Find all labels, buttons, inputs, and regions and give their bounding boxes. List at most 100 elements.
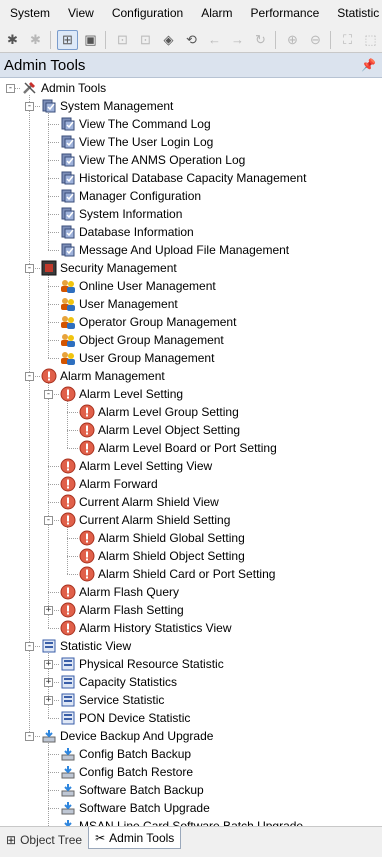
lock-small-icon[interactable]: ⊡ (135, 30, 156, 50)
tree-item[interactable]: - Alarm Management (0, 367, 382, 385)
collapse-toggle[interactable]: - (25, 264, 34, 273)
zoom-out-icon[interactable]: ⊖ (305, 30, 326, 50)
alarm-icon (79, 422, 95, 438)
tree-item[interactable]: Config Batch Backup (0, 745, 382, 763)
tree-item[interactable]: Alarm Level Object Setting (0, 421, 382, 439)
tree-item[interactable]: Alarm Forward (0, 475, 382, 493)
gear-alarm-icon[interactable]: ✱ (2, 30, 23, 50)
menu-alarm[interactable]: Alarm (191, 0, 240, 27)
tree-item[interactable]: View The ANMS Operation Log (0, 151, 382, 169)
security-icon (41, 260, 57, 276)
backup-icon (60, 800, 76, 816)
tree-item[interactable]: - Alarm Level Setting (0, 385, 382, 403)
system-management-icon (60, 152, 76, 168)
tree-item[interactable]: Object Group Management (0, 331, 382, 349)
tree-item-label: Alarm Level Setting (79, 387, 184, 401)
collapse-toggle[interactable]: - (25, 732, 34, 741)
alarm-icon (60, 584, 76, 600)
tree-item[interactable]: Current Alarm Shield View (0, 493, 382, 511)
tree-connector (48, 340, 59, 341)
expand-toggle[interactable]: + (44, 696, 53, 705)
tree-connector (48, 502, 59, 503)
lock-icon[interactable]: ⊡ (112, 30, 133, 50)
tree-item[interactable]: + Physical Resource Statistic (0, 655, 382, 673)
collapse-toggle[interactable]: - (44, 390, 53, 399)
users-icon (60, 350, 76, 366)
zoom-in-icon[interactable]: ⊕ (282, 30, 303, 50)
tree-item[interactable]: Manager Configuration (0, 187, 382, 205)
tree-item[interactable]: + Service Statistic (0, 691, 382, 709)
tree-item[interactable]: Software Batch Upgrade (0, 799, 382, 817)
collapse-toggle[interactable]: - (25, 372, 34, 381)
tree-item[interactable]: Software Batch Backup (0, 781, 382, 799)
tree-item[interactable]: Message And Upload File Management (0, 241, 382, 259)
forward-arrow-icon[interactable]: → (227, 30, 248, 50)
expand-toggle[interactable]: + (44, 606, 53, 615)
tree-item[interactable]: View The User Login Log (0, 133, 382, 151)
collapse-toggle[interactable]: - (25, 102, 34, 111)
tree-connector (48, 142, 59, 143)
tree-item[interactable]: PON Device Statistic (0, 709, 382, 727)
tree-item[interactable]: View The Command Log (0, 115, 382, 133)
tree-item[interactable]: Alarm Level Setting View (0, 457, 382, 475)
monitor-icon[interactable]: ▣ (80, 30, 101, 50)
tree-item[interactable]: - Security Management (0, 259, 382, 277)
tree-item[interactable]: Online User Management (0, 277, 382, 295)
alarm-icon (79, 530, 95, 546)
gear-disabled-icon[interactable]: ✱ (25, 30, 46, 50)
tree-item[interactable]: Alarm Shield Global Setting (0, 529, 382, 547)
tree-item[interactable]: System Information (0, 205, 382, 223)
tree-item-label: Alarm Shield Global Setting (98, 531, 245, 545)
pin-icon[interactable]: 📌 (361, 58, 382, 72)
fit-window-icon[interactable]: ⛶ (337, 30, 358, 50)
admin-tools-icon: ✂ (95, 830, 106, 845)
tree-item[interactable]: MSAN Line Card Software Batch Upgrade (0, 817, 382, 826)
shield-icon[interactable]: ◈ (158, 30, 179, 50)
expand-toggle[interactable]: + (44, 660, 53, 669)
tree-item[interactable]: Alarm Shield Object Setting (0, 547, 382, 565)
tree-item-label: Alarm Level Setting View (79, 459, 213, 473)
menu-statistic[interactable]: Statistic (327, 0, 382, 27)
collapse-toggle[interactable]: - (44, 516, 53, 525)
refresh-plus-icon[interactable]: ⟲ (181, 30, 202, 50)
tree-item[interactable]: + Alarm Flash Setting (0, 601, 382, 619)
expand-toggle[interactable]: + (44, 678, 53, 687)
tree-item[interactable]: User Group Management (0, 349, 382, 367)
tab-object-tree[interactable]: ⊞ Object Tree (0, 830, 88, 850)
tree-item-label: Operator Group Management (79, 315, 237, 329)
back-arrow-icon[interactable]: ← (204, 30, 225, 50)
tree-item[interactable]: Alarm Shield Card or Port Setting (0, 565, 382, 583)
collapse-toggle[interactable]: - (25, 642, 34, 651)
tree-item-label: Alarm Level Group Setting (98, 405, 239, 419)
tree-item[interactable]: - System Management (0, 97, 382, 115)
menu-view[interactable]: View (58, 0, 102, 27)
reload-icon[interactable]: ↻ (250, 30, 271, 50)
tree-item[interactable]: + Capacity Statistics (0, 673, 382, 691)
alarm-icon (79, 404, 95, 420)
tree-item[interactable]: - Statistic View (0, 637, 382, 655)
system-management-icon (60, 188, 76, 204)
select-area-icon[interactable]: ⬚ (360, 30, 381, 50)
statistic-icon (60, 692, 76, 708)
tree-item[interactable]: User Management (0, 295, 382, 313)
tree-item[interactable]: - Current Alarm Shield Setting (0, 511, 382, 529)
tree-item[interactable]: Operator Group Management (0, 313, 382, 331)
tree-item[interactable]: Historical Database Capacity Management (0, 169, 382, 187)
tab-admin-tools[interactable]: ✂ Admin Tools (88, 827, 182, 849)
menu-performance[interactable]: Performance (241, 0, 328, 27)
collapse-toggle[interactable]: - (6, 84, 15, 93)
tree-item[interactable]: Alarm History Statistics View (0, 619, 382, 637)
menu-configuration[interactable]: Configuration (102, 0, 191, 27)
tree-item[interactable]: Alarm Level Group Setting (0, 403, 382, 421)
tree-item[interactable]: Database Information (0, 223, 382, 241)
tree-item[interactable]: - Admin Tools (0, 79, 382, 97)
system-management-icon (60, 170, 76, 186)
tree-item[interactable]: - Device Backup And Upgrade (0, 727, 382, 745)
tree-item[interactable]: Config Batch Restore (0, 763, 382, 781)
tree-item[interactable]: Alarm Level Board or Port Setting (0, 439, 382, 457)
tree-item[interactable]: Alarm Flash Query (0, 583, 382, 601)
menu-system[interactable]: System (0, 0, 58, 27)
topology-icon[interactable]: ⊞ (57, 29, 78, 50)
tree-item-label: Current Alarm Shield Setting (79, 513, 231, 527)
tree-connector (48, 286, 59, 287)
